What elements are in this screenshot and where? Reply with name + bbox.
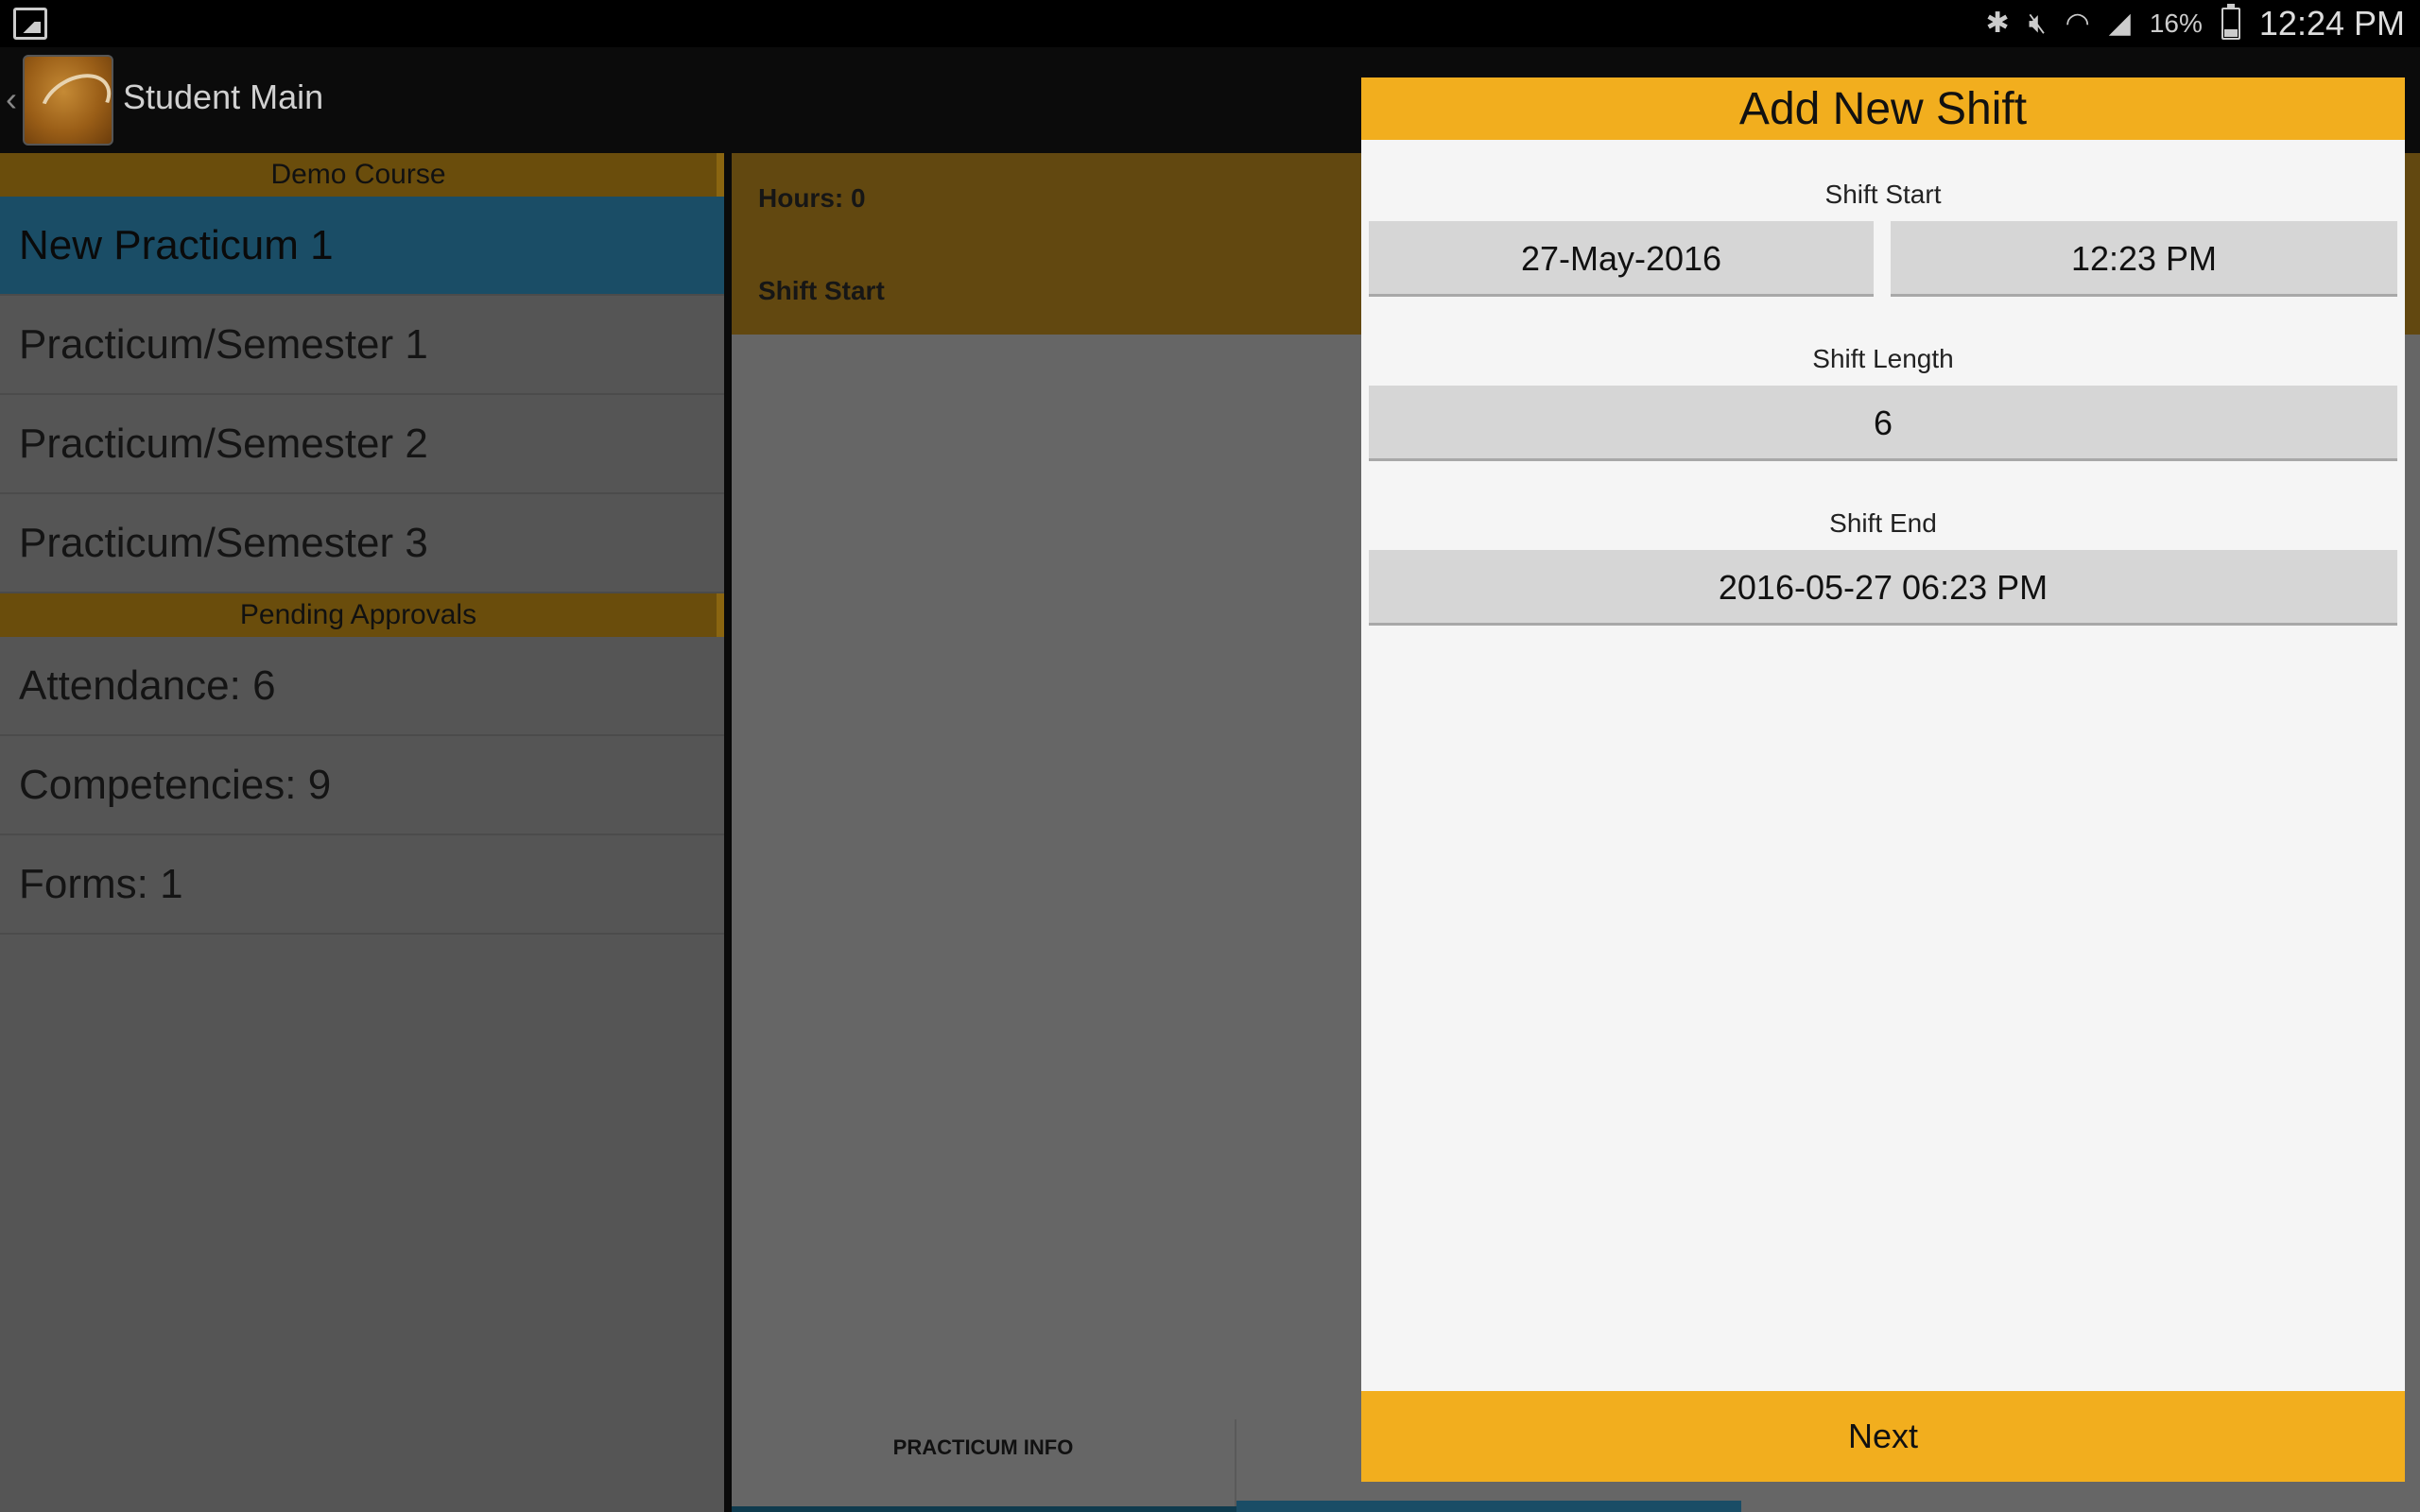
mute-icon: 🔇︎ [2028,8,2047,39]
next-button[interactable]: Next [1361,1391,2405,1482]
back-chevron-icon[interactable]: ‹ [6,79,17,119]
tab-practicum-info[interactable]: PRACTICUM INFO [732,1419,1236,1512]
sidebar-item-practicum-semester-3[interactable]: Practicum/Semester 3 [0,494,724,593]
wifi-icon: ◠ [2065,8,2090,39]
battery-percent: 16% [2149,9,2203,38]
course-header: Demo Course [0,153,724,197]
sidebar-item-attendance[interactable]: Attendance: 6 [0,637,724,736]
sidebar-item-practicum-semester-1[interactable]: Practicum/Semester 1 [0,296,724,395]
hours-label: Hours: 0 [758,183,866,213]
add-new-shift-dialog: Add New Shift Shift Start 27-May-2016 12… [1361,77,2405,1482]
sidebar-item-new-practicum-1[interactable]: New Practicum 1 [0,197,724,296]
tab-indicator-active[interactable] [1236,1501,1741,1512]
gallery-notification-icon [13,8,47,40]
page-title: Student Main [123,77,324,116]
signal-icon: ◢ [2108,8,2131,39]
shift-start-time-button[interactable]: 12:23 PM [1891,221,2397,297]
sidebar: Demo Course New Practicum 1 Practicum/Se… [0,153,724,1512]
battery-icon [2221,4,2240,40]
panel-divider [724,153,732,1512]
shift-length-button[interactable]: 6 [1369,386,2397,461]
status-icons: ✱ 🔇︎ ◠ ◢ 16% 12:24 PM [1986,0,2405,47]
bluetooth-icon: ✱ [1985,8,2010,39]
shift-start-date-button[interactable]: 27-May-2016 [1369,221,1874,297]
shift-length-label: Shift Length [1812,344,1954,373]
shift-start-label: Shift Start [1824,180,1942,209]
app-logo[interactable] [23,55,113,146]
shift-start-column-label: Shift Start [758,276,885,305]
shift-end-label: Shift End [1829,508,1937,538]
dialog-title: Add New Shift [1361,77,2405,140]
clock: 12:24 PM [2258,4,2405,43]
status-bar: ✱ 🔇︎ ◠ ◢ 16% 12:24 PM [0,0,2420,47]
pending-approvals-header: Pending Approvals [0,593,724,637]
tab-indicator [732,1506,1236,1512]
sidebar-item-practicum-semester-2[interactable]: Practicum/Semester 2 [0,395,724,494]
sidebar-item-forms[interactable]: Forms: 1 [0,835,724,935]
sidebar-item-competencies[interactable]: Competencies: 9 [0,736,724,835]
shift-end-button[interactable]: 2016-05-27 06:23 PM [1369,550,2397,626]
